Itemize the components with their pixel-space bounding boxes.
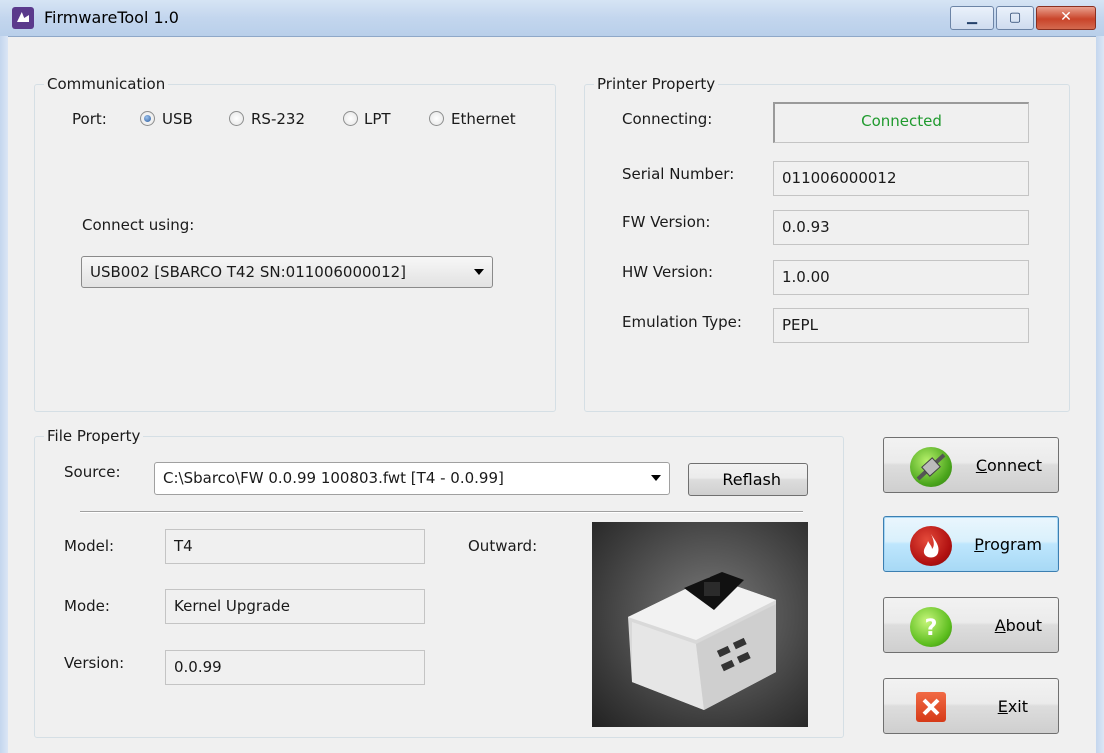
chevron-down-icon — [651, 475, 661, 481]
file-separator — [80, 511, 803, 513]
window-title: FirmwareTool 1.0 — [44, 8, 179, 27]
close-window-button[interactable]: ✕ — [1036, 6, 1096, 30]
printer-property-title: Printer Property — [594, 75, 719, 93]
source-label: Source: — [64, 463, 121, 481]
program-button[interactable]: Program — [883, 516, 1059, 572]
version-value: 0.0.99 — [165, 650, 425, 685]
maximize-icon: ▢ — [1008, 10, 1022, 25]
close-icon: ✕ — [1060, 9, 1072, 25]
serial-number-label: Serial Number: — [622, 165, 735, 183]
fw-version-value: 0.0.93 — [773, 210, 1029, 245]
mode-value: Kernel Upgrade — [165, 589, 425, 624]
port-rs232-radio[interactable] — [229, 111, 244, 126]
reflash-label: Reflash — [722, 470, 781, 489]
version-label: Version: — [64, 654, 125, 672]
about-label: About — [994, 615, 1042, 635]
hw-version-value: 1.0.00 — [773, 260, 1029, 295]
flame-icon — [910, 526, 952, 566]
window-frame-right — [1096, 36, 1104, 753]
question-icon: ? — [910, 607, 952, 647]
port-lpt-label[interactable]: LPT — [364, 110, 391, 128]
source-value: C:\Sbarco\FW 0.0.99 100803.fwt [T4 - 0.0… — [163, 469, 504, 487]
port-ethernet-label[interactable]: Ethernet — [451, 110, 516, 128]
connect-button[interactable]: Connect — [883, 437, 1059, 493]
connecting-label: Connecting: — [622, 110, 713, 128]
hw-version-label: HW Version: — [622, 263, 714, 281]
port-lpt-radio[interactable] — [343, 111, 358, 126]
connect-using-value: USB002 [SBARCO T42 SN:011006000012] — [90, 263, 407, 281]
outward-label: Outward: — [468, 537, 538, 555]
svg-text:?: ? — [925, 616, 938, 641]
connecting-status: Connected — [773, 102, 1029, 143]
printer-photo — [592, 522, 808, 727]
firmware-tool-window: FirmwareTool 1.0 ▁ ▢ ✕ Communication Por… — [0, 0, 1104, 753]
emulation-type-label: Emulation Type: — [622, 313, 742, 331]
communication-title: Communication — [44, 75, 169, 93]
fw-version-label: FW Version: — [622, 213, 711, 231]
emulation-type-value: PEPL — [773, 308, 1029, 343]
title-bar: FirmwareTool 1.0 ▁ ▢ ✕ — [0, 0, 1104, 37]
port-usb-label[interactable]: USB — [162, 110, 193, 128]
app-logo-icon — [12, 7, 34, 29]
program-label: Program — [974, 534, 1042, 554]
source-select[interactable]: C:\Sbarco\FW 0.0.99 100803.fwt [T4 - 0.0… — [154, 462, 670, 495]
model-label: Model: — [64, 537, 115, 555]
serial-number-value: 011006000012 — [773, 161, 1029, 196]
chevron-down-icon — [474, 269, 484, 275]
mode-label: Mode: — [64, 597, 110, 615]
port-ethernet-radio[interactable] — [429, 111, 444, 126]
plug-icon — [910, 447, 952, 487]
printer-illustration — [628, 572, 776, 710]
model-value: T4 — [165, 529, 425, 564]
communication-group: Communication — [34, 75, 556, 412]
connect-using-select[interactable]: USB002 [SBARCO T42 SN:011006000012] — [81, 256, 493, 288]
window-frame-left — [0, 36, 8, 753]
close-x-icon — [916, 692, 946, 722]
port-rs232-label[interactable]: RS-232 — [251, 110, 305, 128]
connect-label: Connect — [975, 455, 1042, 475]
minimize-icon: ▁ — [967, 10, 977, 25]
exit-label: Exit — [997, 696, 1028, 716]
port-label: Port: — [72, 110, 107, 128]
reflash-button[interactable]: Reflash — [688, 463, 808, 496]
connect-using-label: Connect using: — [82, 216, 195, 234]
file-property-title: File Property — [44, 427, 144, 445]
about-button[interactable]: ? About — [883, 597, 1059, 653]
exit-button[interactable]: Exit — [883, 678, 1059, 734]
maximize-button[interactable]: ▢ — [996, 6, 1034, 30]
minimize-button[interactable]: ▁ — [950, 6, 994, 30]
port-usb-radio[interactable] — [140, 111, 155, 126]
